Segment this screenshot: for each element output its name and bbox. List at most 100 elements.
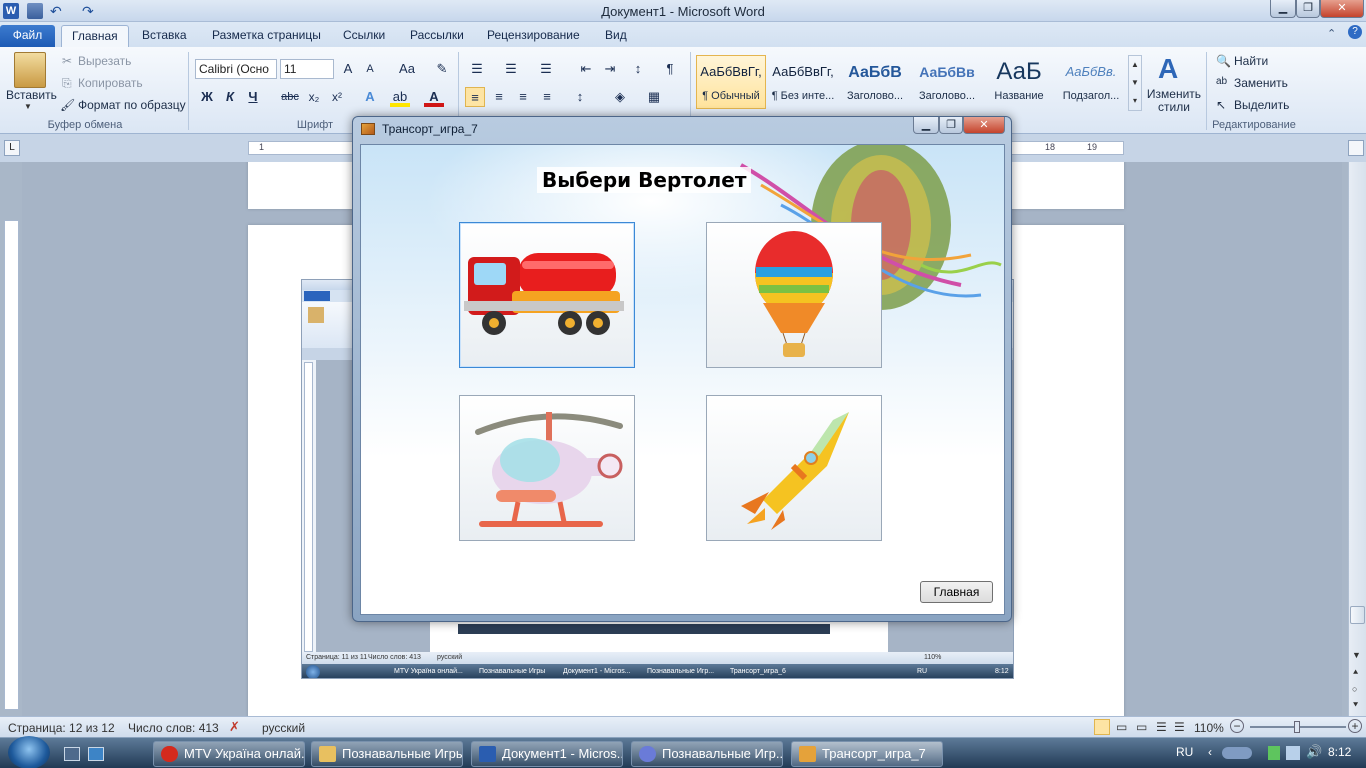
zoom-slider-thumb[interactable] — [1294, 721, 1300, 733]
font-name-combo[interactable]: Calibri (Осно — [195, 59, 277, 79]
change-styles-icon[interactable]: A — [1158, 55, 1186, 83]
style-subtitle[interactable]: АаБбВв. Подзагол... — [1056, 55, 1126, 109]
increase-indent-icon[interactable]: ⇥ — [600, 59, 620, 79]
copy-button[interactable]: Копировать — [78, 76, 143, 90]
status-words[interactable]: Число слов: 413 — [128, 721, 219, 735]
view-ruler-icon[interactable] — [1348, 140, 1364, 156]
borders-icon[interactable]: ▦ — [644, 87, 664, 107]
maximize-button[interactable]: ❐ — [1296, 0, 1320, 18]
minimize-button[interactable]: ▁ — [1270, 0, 1296, 18]
style-normal[interactable]: АаБбВвГг, ¶ Обычный — [696, 55, 766, 109]
align-center-icon[interactable]: ≡ — [489, 87, 509, 107]
game-dialog[interactable]: Трансорт_игра_7 ▁ ❐ ✕ Выбери Вертолет Гл… — [352, 116, 1012, 622]
tab-review[interactable]: Рецензирование — [477, 25, 590, 47]
justify-icon[interactable]: ≡ — [537, 87, 557, 107]
web-layout-icon[interactable]: ▭ — [1136, 720, 1147, 734]
proofing-icon[interactable]: ✗ — [229, 719, 240, 735]
dialog-close-button[interactable]: ✕ — [963, 117, 1005, 134]
line-spacing-icon[interactable]: ↕ — [570, 87, 590, 107]
show-desktop-icon[interactable] — [64, 747, 80, 761]
full-screen-reading-icon[interactable]: ▭ — [1116, 720, 1127, 734]
format-painter-icon[interactable]: 🖌 — [60, 98, 75, 112]
style-no-spacing[interactable]: АаБбВвГг, ¶ Без инте... — [768, 55, 838, 109]
clock[interactable]: 8:12 — [1328, 745, 1351, 759]
task-game[interactable]: Трансорт_игра_7 — [791, 741, 943, 767]
superscript-icon[interactable]: x² — [327, 87, 347, 107]
style-heading-2[interactable]: АаБбВв Заголово... — [912, 55, 982, 109]
find-button[interactable]: Найти — [1234, 54, 1268, 68]
home-button[interactable]: Главная — [920, 581, 993, 603]
subscript-icon[interactable]: x₂ — [304, 87, 324, 107]
scroll-down-icon[interactable]: ▼ — [1352, 650, 1361, 660]
strikethrough-button[interactable]: abc — [278, 87, 302, 107]
replace-button[interactable]: Заменить — [1234, 76, 1288, 90]
tray-expand-icon[interactable]: ‹ — [1208, 745, 1212, 759]
select-icon[interactable]: ↖ — [1216, 98, 1226, 112]
tray-network-icon[interactable] — [1286, 746, 1300, 760]
task-opera[interactable]: MTV Україна онлай... — [153, 741, 305, 767]
tray-app-icon[interactable] — [1222, 747, 1252, 759]
style-title[interactable]: АаБ Название — [984, 55, 1054, 109]
scroll-thumb[interactable] — [1350, 606, 1365, 624]
styles-scroll-icon[interactable]: ▲ ▼ ▾ — [1128, 55, 1142, 111]
replace-icon[interactable]: ab — [1216, 76, 1227, 87]
tab-selector-icon[interactable]: L — [4, 140, 20, 156]
vertical-ruler[interactable] — [4, 220, 19, 710]
tab-home[interactable]: Главная — [61, 25, 129, 47]
tab-references[interactable]: Ссылки — [333, 25, 395, 47]
close-button[interactable]: ✕ — [1320, 0, 1364, 18]
status-page[interactable]: Страница: 12 из 12 — [8, 721, 115, 735]
tab-insert[interactable]: Вставка — [132, 25, 197, 47]
tab-page-layout[interactable]: Разметка страницы — [202, 25, 331, 47]
zoom-in-icon[interactable]: + — [1348, 719, 1362, 733]
style-heading-1[interactable]: АаБбВ Заголово... — [840, 55, 910, 109]
text-effects-icon[interactable]: A — [360, 87, 380, 107]
task-folder[interactable]: Познавальные Игры — [311, 741, 463, 767]
cut-button[interactable]: Вырезать — [78, 54, 131, 68]
tab-file[interactable]: Файл — [0, 25, 55, 47]
shading-icon[interactable]: ◈ — [610, 87, 630, 107]
browse-object-icon[interactable]: ○ — [1352, 684, 1357, 694]
tab-view[interactable]: Вид — [595, 25, 637, 47]
vertical-scrollbar[interactable]: ▼ ⯅ ○ ⯆ — [1348, 162, 1366, 716]
change-case-icon[interactable]: Aa — [393, 59, 421, 79]
answer-card-balloon[interactable] — [706, 222, 882, 368]
print-layout-icon[interactable] — [1094, 719, 1110, 735]
paste-button[interactable]: Вставить — [6, 88, 57, 102]
zoom-level[interactable]: 110% — [1194, 721, 1224, 735]
multilevel-list-icon[interactable]: ☰ — [536, 59, 556, 79]
answer-card-helicopter[interactable] — [459, 395, 635, 541]
tab-mailings[interactable]: Рассылки — [400, 25, 474, 47]
dialog-minimize-button[interactable]: ▁ — [913, 117, 939, 134]
paste-icon[interactable] — [14, 52, 46, 88]
tray-volume-icon[interactable]: 🔊 — [1306, 744, 1322, 760]
underline-button[interactable]: Ч — [243, 87, 263, 107]
outline-icon[interactable]: ☰ — [1156, 720, 1167, 734]
zoom-out-icon[interactable]: − — [1230, 719, 1244, 733]
font-size-combo[interactable]: 11 — [280, 59, 334, 79]
grow-font-icon[interactable]: A — [338, 59, 358, 79]
numbering-icon[interactable]: ☰ — [501, 59, 521, 79]
change-styles-button[interactable]: Изменить стили — [1146, 88, 1202, 114]
format-painter-button[interactable]: Формат по образцу — [78, 98, 186, 112]
align-left-icon[interactable]: ≡ — [465, 87, 485, 107]
collapse-ribbon-icon[interactable]: ⌃ — [1327, 27, 1336, 40]
help-icon[interactable]: ? — [1348, 25, 1362, 39]
next-page-icon[interactable]: ⯆ — [1352, 700, 1359, 711]
highlight-icon[interactable]: ab — [390, 87, 410, 107]
paste-dropdown-icon[interactable]: ▼ — [24, 102, 32, 111]
answer-card-truck[interactable] — [459, 222, 635, 368]
align-right-icon[interactable]: ≡ — [513, 87, 533, 107]
status-language[interactable]: русский — [262, 721, 305, 735]
prev-page-icon[interactable]: ⯅ — [1352, 667, 1359, 678]
bold-button[interactable]: Ж — [197, 87, 217, 107]
shrink-font-icon[interactable]: A — [360, 59, 380, 79]
dialog-maximize-button[interactable]: ❐ — [939, 117, 963, 134]
sort-icon[interactable]: ↕ — [628, 59, 648, 79]
copy-icon[interactable]: ⎘ — [62, 76, 72, 91]
answer-card-rocket[interactable] — [706, 395, 882, 541]
cut-icon[interactable]: ✂ — [62, 54, 72, 68]
task-app[interactable]: Познавальные Игр... — [631, 741, 783, 767]
select-button[interactable]: Выделить — [1234, 98, 1289, 112]
italic-button[interactable]: К — [220, 87, 240, 107]
